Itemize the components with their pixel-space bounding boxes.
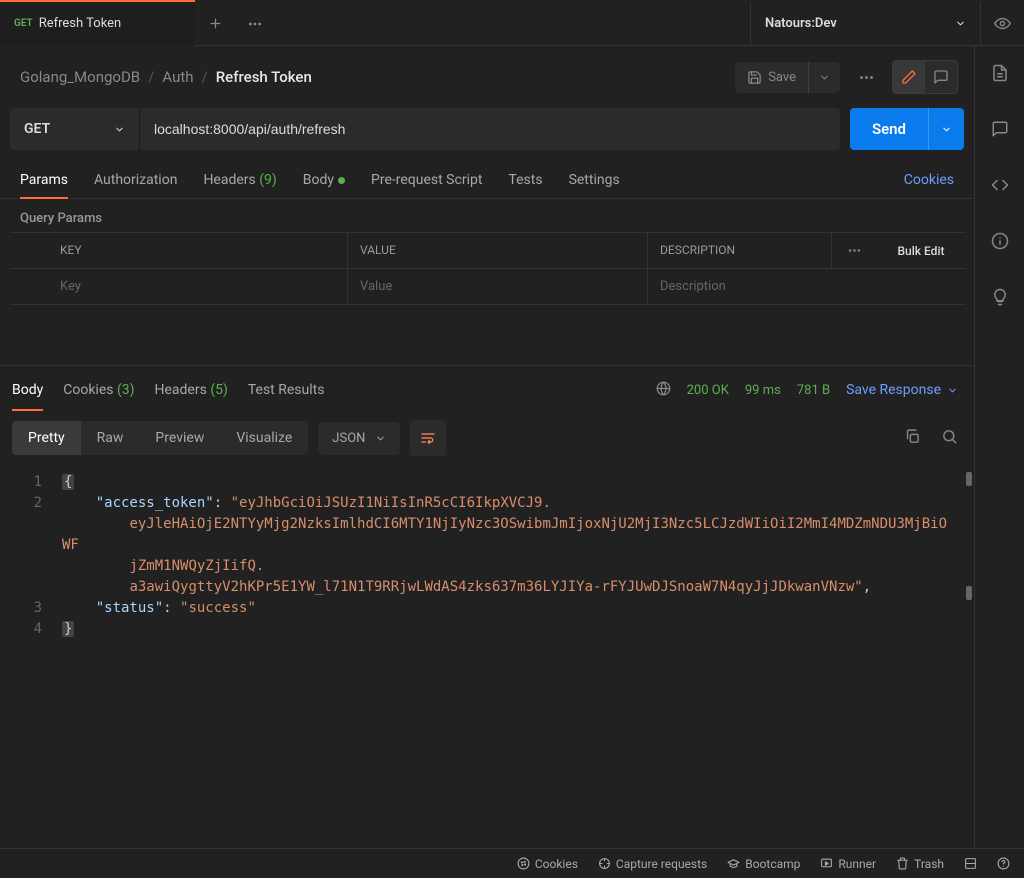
send-button[interactable]: Send bbox=[850, 108, 928, 150]
breadcrumb: Golang_MongoDB / Auth / Refresh Token bbox=[20, 68, 312, 86]
resp-tab-cookies[interactable]: Cookies (3) bbox=[63, 376, 134, 404]
view-visualize[interactable]: Visualize bbox=[220, 421, 308, 455]
footer-trash[interactable]: Trash bbox=[896, 857, 944, 871]
tab-title: Refresh Token bbox=[39, 16, 122, 31]
query-params-table: KEY VALUE DESCRIPTION Bulk Edit Key Valu… bbox=[10, 232, 966, 305]
more-actions-icon[interactable] bbox=[850, 61, 882, 93]
comments-icon[interactable] bbox=[991, 120, 1009, 142]
info-icon[interactable] bbox=[991, 232, 1009, 254]
tab-headers[interactable]: Headers (9) bbox=[203, 162, 276, 198]
resp-tab-tests[interactable]: Test Results bbox=[248, 376, 325, 404]
tab-settings[interactable]: Settings bbox=[569, 162, 620, 198]
resp-tab-headers[interactable]: Headers (5) bbox=[155, 376, 228, 404]
response-body[interactable]: 1{ 2 "access_token": "eyJhbGciOiJSUzI1Ni… bbox=[0, 466, 974, 848]
tab-bar: GET Refresh Token Natours:Dev bbox=[0, 2, 1024, 46]
bulk-edit-button[interactable]: Bulk Edit bbox=[876, 233, 966, 268]
save-label: Save bbox=[768, 70, 796, 85]
save-response-button[interactable]: Save Response bbox=[846, 382, 958, 398]
save-dropdown[interactable] bbox=[808, 62, 840, 93]
tab-refresh-token[interactable]: GET Refresh Token bbox=[0, 2, 195, 46]
view-preview[interactable]: Preview bbox=[139, 421, 220, 455]
footer-cookies[interactable]: Cookies bbox=[517, 857, 578, 871]
view-raw[interactable]: Raw bbox=[81, 421, 140, 455]
col-description: DESCRIPTION bbox=[648, 233, 832, 268]
edit-mode-icon[interactable] bbox=[893, 61, 925, 93]
environment-quicklook-icon[interactable] bbox=[980, 2, 1024, 46]
url-input[interactable] bbox=[140, 108, 840, 150]
query-params-title: Query Params bbox=[0, 199, 974, 232]
tab-body[interactable]: Body bbox=[303, 162, 345, 198]
breadcrumb-request: Refresh Token bbox=[216, 68, 312, 86]
comment-mode-icon[interactable] bbox=[925, 61, 957, 93]
environment-selector[interactable]: Natours:Dev bbox=[750, 2, 980, 46]
footer-capture[interactable]: Capture requests bbox=[598, 857, 707, 871]
footer-bootcamp[interactable]: Bootcamp bbox=[727, 857, 800, 871]
tab-authorization[interactable]: Authorization bbox=[94, 162, 177, 198]
tab-method: GET bbox=[14, 18, 33, 29]
tab-prerequest[interactable]: Pre-request Script bbox=[371, 162, 482, 198]
cookies-link[interactable]: Cookies bbox=[904, 162, 954, 198]
new-tab-button[interactable] bbox=[195, 16, 235, 31]
col-options-icon[interactable] bbox=[832, 233, 876, 268]
wrap-lines-icon[interactable] bbox=[410, 420, 446, 456]
resp-tab-body[interactable]: Body bbox=[12, 376, 43, 404]
response-size: 781 B bbox=[797, 383, 830, 398]
param-key-input[interactable]: Key bbox=[10, 269, 348, 304]
tab-menu-icon[interactable] bbox=[235, 16, 275, 32]
environment-name: Natours:Dev bbox=[765, 16, 837, 31]
param-value-input[interactable]: Value bbox=[348, 269, 648, 304]
breadcrumb-collection[interactable]: Golang_MongoDB bbox=[20, 68, 140, 86]
tab-params[interactable]: Params bbox=[20, 162, 68, 198]
tab-tests[interactable]: Tests bbox=[508, 162, 542, 198]
status-bar: Cookies Capture requests Bootcamp Runner… bbox=[0, 848, 1024, 878]
copy-response-icon[interactable] bbox=[904, 428, 921, 449]
http-method: GET bbox=[24, 121, 50, 137]
http-method-select[interactable]: GET bbox=[10, 108, 140, 150]
documentation-icon[interactable] bbox=[991, 64, 1009, 86]
code-icon[interactable] bbox=[991, 176, 1009, 198]
save-button[interactable]: Save bbox=[735, 62, 808, 93]
network-icon[interactable] bbox=[656, 381, 671, 400]
param-desc-input[interactable]: Description bbox=[648, 269, 966, 304]
col-value: VALUE bbox=[348, 233, 648, 268]
footer-layout-icon[interactable] bbox=[964, 857, 977, 870]
footer-help-icon[interactable] bbox=[997, 857, 1010, 870]
footer-runner[interactable]: Runner bbox=[820, 857, 876, 871]
status-code: 200 OK bbox=[687, 383, 729, 398]
response-time: 99 ms bbox=[745, 383, 781, 398]
format-select[interactable]: JSON bbox=[318, 422, 400, 455]
view-pretty[interactable]: Pretty bbox=[12, 421, 81, 455]
col-key: KEY bbox=[10, 233, 348, 268]
search-response-icon[interactable] bbox=[941, 428, 958, 449]
breadcrumb-folder[interactable]: Auth bbox=[162, 68, 193, 86]
param-row[interactable]: Key Value Description bbox=[10, 268, 966, 305]
tips-icon[interactable] bbox=[991, 288, 1009, 310]
send-dropdown[interactable] bbox=[928, 108, 964, 150]
right-sidebar bbox=[974, 46, 1024, 848]
